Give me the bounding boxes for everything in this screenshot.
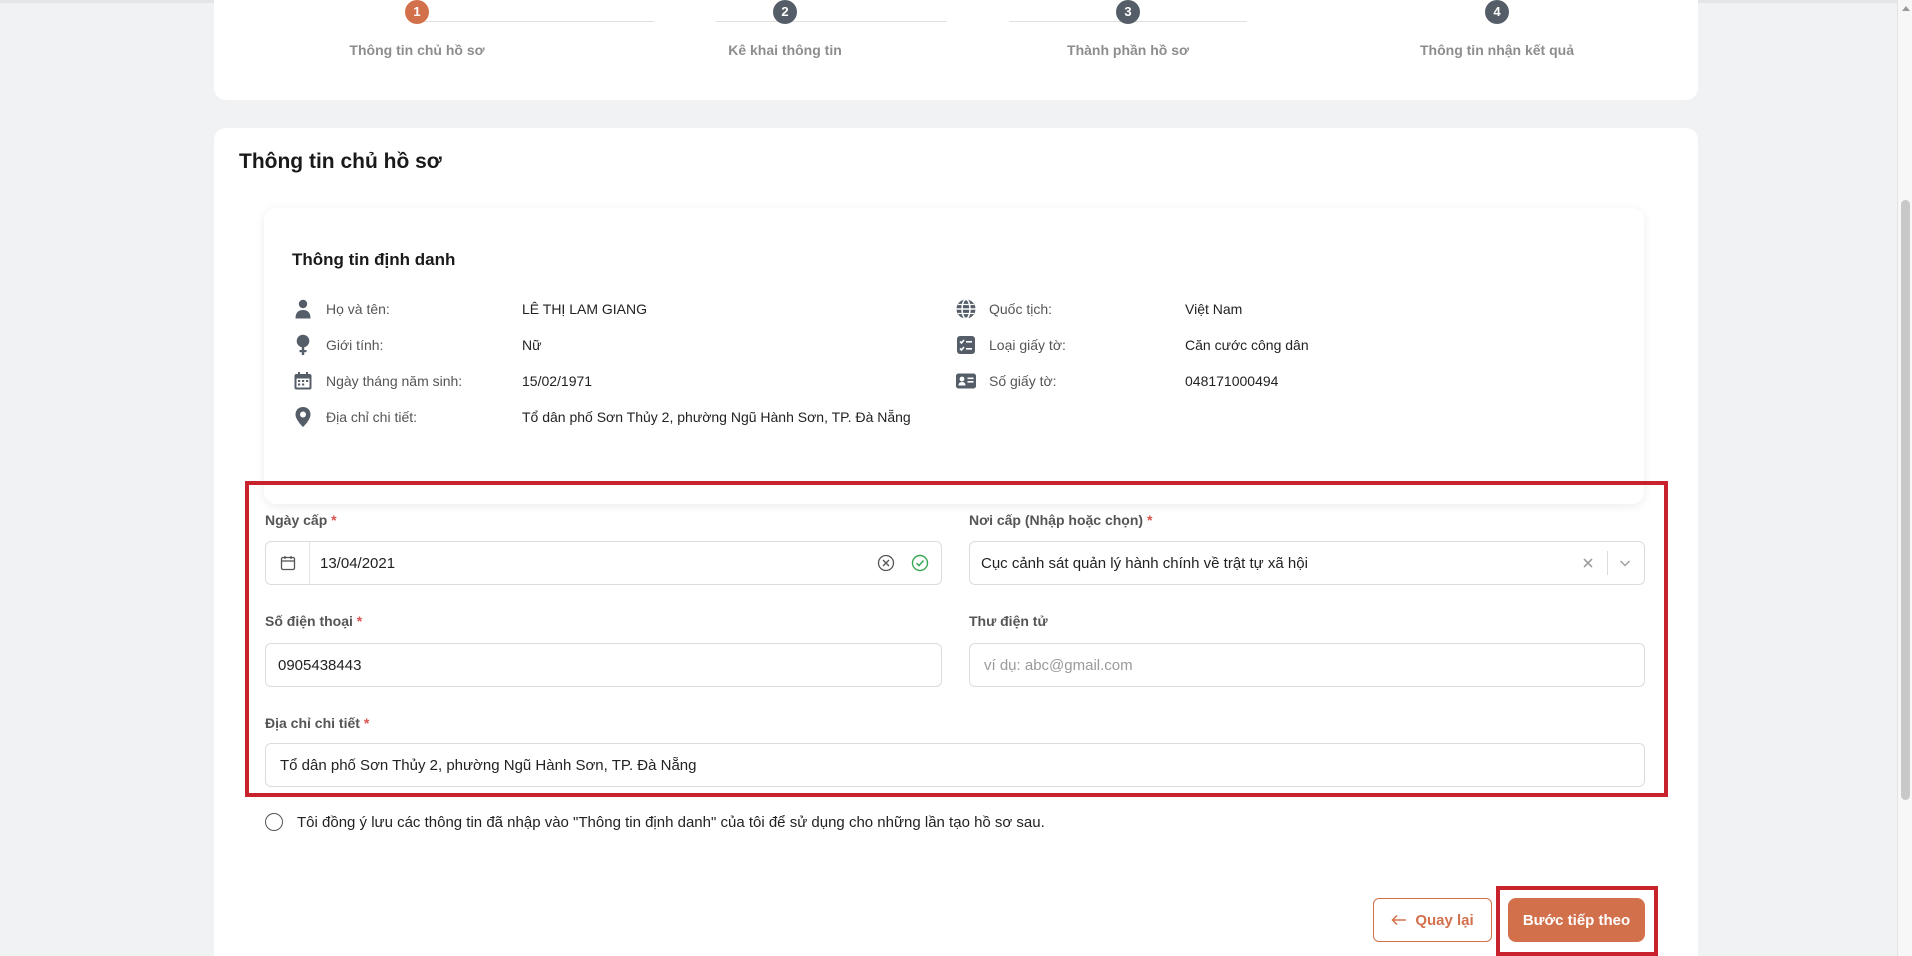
- step-3[interactable]: 3 Thành phần hồ sơ: [978, 0, 1278, 58]
- globe-icon: [955, 298, 977, 320]
- info-value: Nữ: [522, 337, 542, 353]
- scroll-thumb[interactable]: [1901, 200, 1910, 800]
- back-button-label: Quay lại: [1415, 911, 1474, 929]
- step-label: Thành phần hồ sơ: [1067, 42, 1189, 58]
- gender-icon: [292, 334, 314, 356]
- info-label: Loại giấy tờ:: [989, 337, 1066, 353]
- identity-title: Thông tin định danh: [292, 250, 456, 269]
- step-4[interactable]: 4 Thông tin nhận kết quả: [1347, 0, 1647, 58]
- info-birth-date: Ngày tháng năm sinh: 15/02/1971: [292, 370, 592, 392]
- calendar-icon: [292, 370, 314, 392]
- scrollbar[interactable]: [1897, 0, 1912, 956]
- step-number: 4: [1485, 0, 1509, 24]
- info-label: Số giấy tờ:: [989, 373, 1057, 389]
- info-document-type: Loại giấy tờ: Căn cước công dân: [955, 334, 1309, 356]
- id-card-icon: [955, 370, 977, 392]
- info-document-number: Số giấy tờ: 048171000494: [955, 370, 1278, 392]
- info-full-name: Họ và tên: LÊ THỊ LAM GIANG: [292, 298, 647, 320]
- info-address: Địa chỉ chi tiết: Tổ dân phố Sơn Thủy 2,…: [292, 406, 911, 428]
- step-number: 2: [773, 0, 797, 24]
- person-icon: [292, 298, 314, 320]
- info-value: LÊ THỊ LAM GIANG: [522, 301, 647, 317]
- info-gender: Giới tính: Nữ: [292, 334, 541, 356]
- identity-card: Thông tin định danh Họ và tên: LÊ THỊ LA…: [264, 208, 1644, 504]
- info-label: Ngày tháng năm sinh:: [326, 373, 463, 389]
- info-value: 048171000494: [1185, 373, 1279, 389]
- next-button-highlight-box: [1496, 886, 1658, 956]
- form-highlight-box: [245, 481, 1668, 797]
- step-2[interactable]: 2 Kê khai thông tin: [635, 0, 935, 58]
- info-nationality: Quốc tịch: Việt Nam: [955, 298, 1242, 320]
- scroll-up-arrow-icon[interactable]: [1902, 6, 1910, 11]
- info-label: Quốc tịch:: [989, 301, 1053, 317]
- info-label: Họ và tên:: [326, 301, 390, 317]
- back-button[interactable]: Quay lại: [1373, 898, 1492, 942]
- step-label: Thông tin chủ hồ sơ: [349, 42, 485, 58]
- info-value: Căn cước công dân: [1185, 337, 1309, 353]
- info-label: Địa chỉ chi tiết:: [326, 409, 418, 425]
- checklist-icon: [955, 334, 977, 356]
- info-value: Tổ dân phố Sơn Thủy 2, phường Ngũ Hành S…: [522, 409, 911, 425]
- location-pin-icon: [292, 406, 314, 428]
- step-1[interactable]: 1 Thông tin chủ hồ sơ: [267, 0, 567, 58]
- consent-option[interactable]: Tôi đồng ý lưu các thông tin đã nhập vào…: [265, 813, 1045, 831]
- consent-text: Tôi đồng ý lưu các thông tin đã nhập vào…: [297, 813, 1045, 831]
- info-label: Giới tính:: [326, 337, 384, 353]
- consent-radio[interactable]: [265, 813, 283, 831]
- step-label: Kê khai thông tin: [728, 42, 842, 58]
- page-title: Thông tin chủ hồ sơ: [239, 150, 442, 173]
- info-value: 15/02/1971: [522, 373, 593, 389]
- info-value: Việt Nam: [1185, 301, 1243, 317]
- step-label: Thông tin nhận kết quả: [1420, 42, 1574, 58]
- step-number: 3: [1116, 0, 1140, 24]
- step-number: 1: [405, 0, 429, 24]
- stepper: 1 Thông tin chủ hồ sơ 2 Kê khai thông ti…: [214, 0, 1698, 100]
- arrow-left-icon: [1391, 914, 1407, 926]
